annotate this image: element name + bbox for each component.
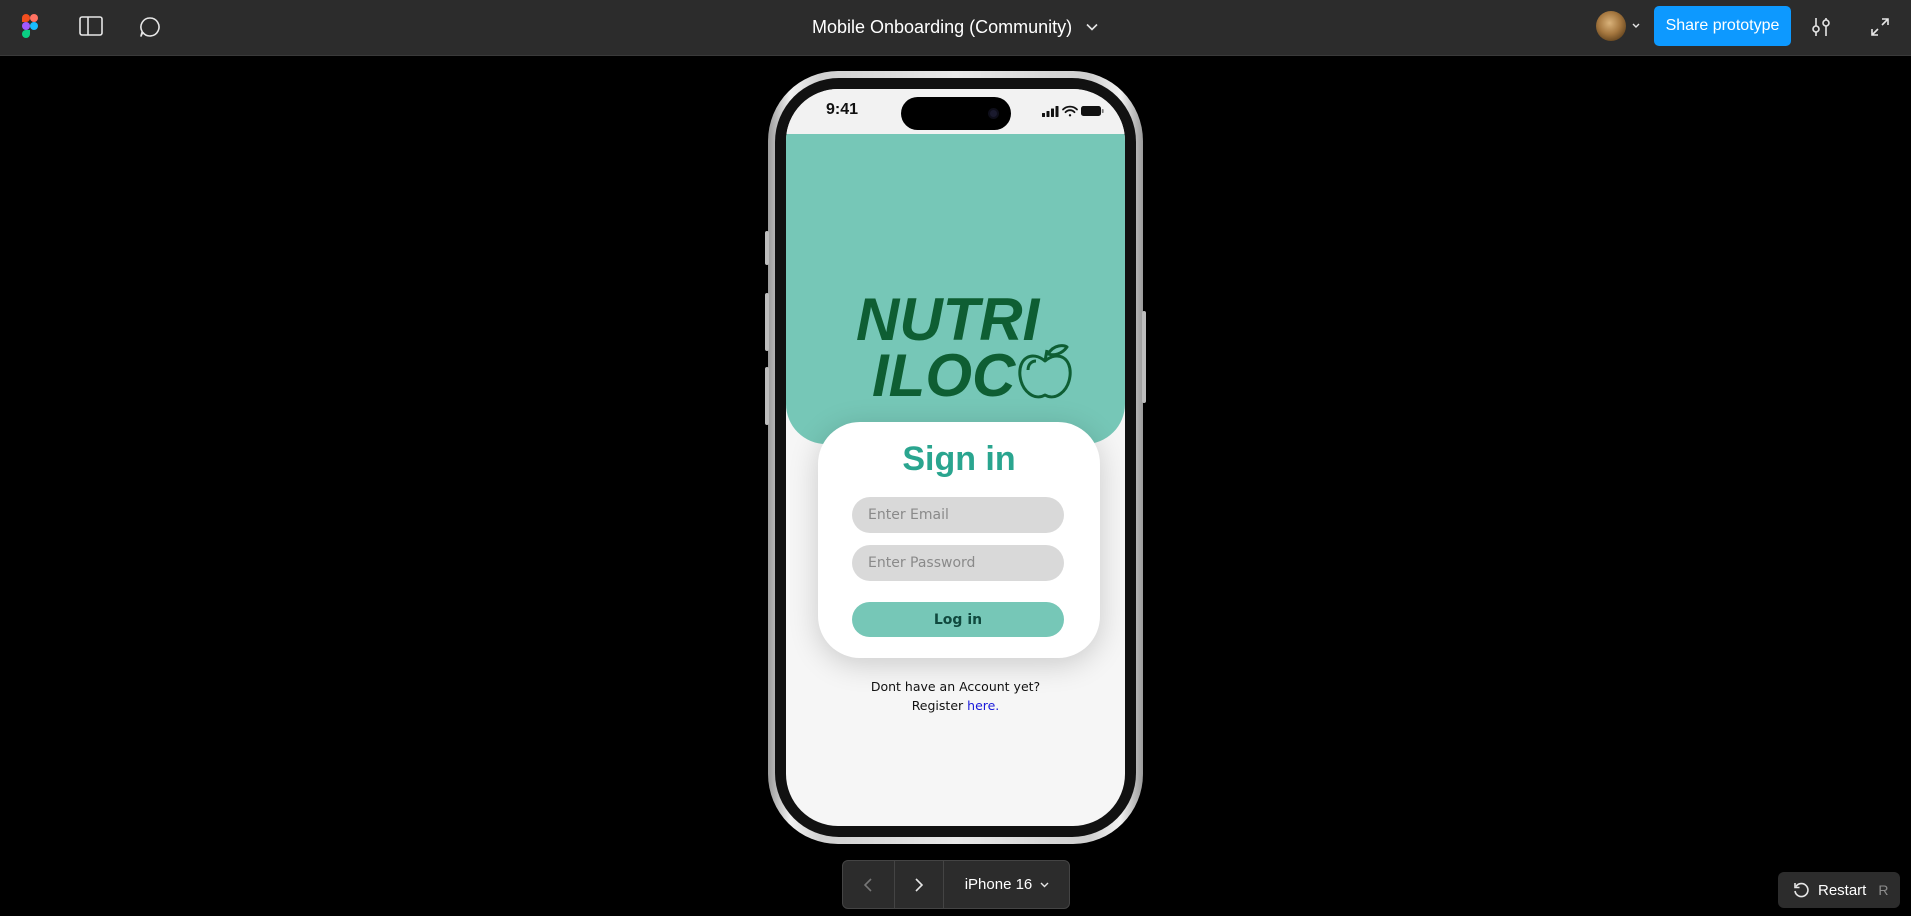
chevron-right-icon [915, 877, 923, 892]
email-field[interactable] [852, 497, 1064, 533]
power-button [1142, 311, 1146, 403]
user-menu[interactable] [1596, 11, 1640, 41]
prototype-navigation: iPhone 16 [842, 860, 1070, 909]
battery-icon [1081, 106, 1104, 116]
file-title: Mobile Onboarding (Community) [812, 16, 1073, 37]
chevron-down-icon [1632, 23, 1640, 28]
next-frame-button[interactable] [894, 861, 944, 908]
phone-frame: 9:41 NUTRI ILOC Sign in Enter Email Log … [765, 71, 1146, 844]
restart-button[interactable]: Restart R [1778, 872, 1900, 908]
nutriiloc-logo: NUTRI ILOC [856, 286, 1072, 409]
expand-icon[interactable] [1868, 15, 1892, 39]
restart-icon [1794, 882, 1809, 898]
device-select[interactable]: iPhone 16 [945, 861, 1069, 908]
phone-screen: 9:41 NUTRI ILOC Sign in Enter Email Log … [786, 89, 1125, 826]
register-word: Register [911, 698, 964, 713]
action-button [765, 231, 769, 265]
share-prototype-button[interactable]: Share prototype [1654, 6, 1791, 46]
register-link[interactable]: here. [967, 698, 999, 713]
signal-icon [1042, 106, 1059, 117]
figma-logo-icon[interactable] [22, 14, 38, 38]
status-bar: 9:41 [786, 89, 1125, 134]
device-label: iPhone 16 [964, 876, 1033, 893]
volume-up-button [765, 293, 769, 351]
apple-icon [1018, 344, 1072, 399]
settings-sliders-icon[interactable] [1808, 14, 1834, 40]
login-button[interactable]: Log in [852, 602, 1064, 637]
chevron-down-icon [1040, 882, 1049, 887]
camera-icon [988, 108, 999, 119]
toolbar: Mobile Onboarding (Community) Share prot… [0, 0, 1911, 56]
register-prompt: Dont have an Account yet? Register here. [786, 677, 1125, 715]
status-icons [1042, 105, 1104, 117]
avatar [1596, 11, 1626, 41]
chevron-left-icon [864, 877, 872, 892]
wifi-icon [1062, 105, 1078, 117]
status-time: 9:41 [826, 101, 859, 118]
chevron-down-icon [1086, 23, 1098, 31]
comment-icon[interactable] [138, 15, 162, 39]
password-field[interactable] [852, 545, 1064, 581]
restart-shortcut: R [1878, 882, 1889, 898]
sign-in-card: Sign in Log in [818, 422, 1100, 658]
volume-down-button [765, 367, 769, 425]
sign-in-title: Sign in [902, 440, 1016, 478]
dynamic-island [901, 97, 1011, 130]
restart-label: Restart [1818, 881, 1867, 899]
hero-banner: NUTRI ILOC [786, 134, 1125, 444]
register-prefix: Dont have an Account yet? [870, 679, 1041, 694]
previous-frame-button[interactable] [843, 861, 893, 908]
svg-text:ILOC: ILOC [872, 342, 1017, 409]
file-title-menu[interactable]: Mobile Onboarding (Community) [812, 15, 1098, 39]
sidebar-toggle-icon[interactable] [78, 16, 104, 36]
